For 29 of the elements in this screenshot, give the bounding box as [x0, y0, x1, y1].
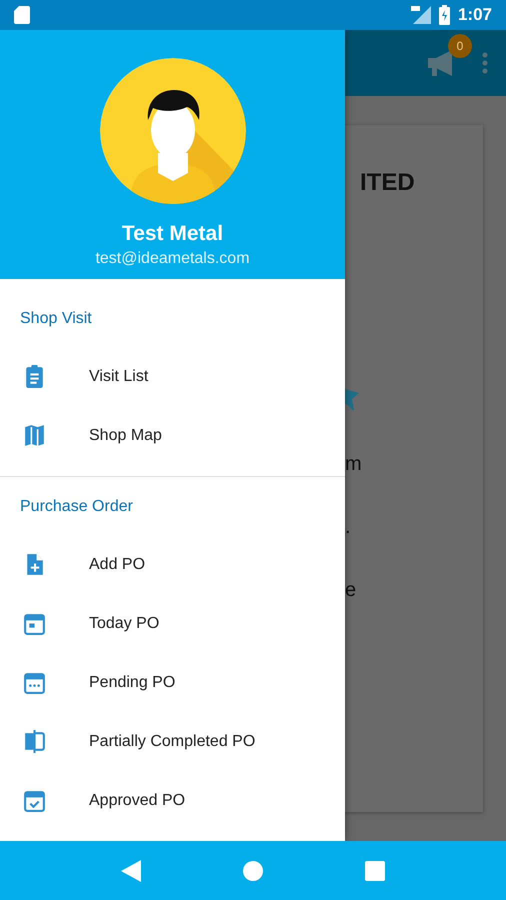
signal-icon [410, 6, 431, 24]
user-email: test@ideametals.com [95, 250, 250, 268]
back-icon[interactable] [120, 860, 141, 882]
battery-icon [438, 5, 450, 25]
calendar-check-icon [22, 788, 47, 813]
card-text: e [345, 579, 358, 602]
section-title: Purchase Order [19, 497, 134, 517]
compare-icon [22, 729, 47, 754]
card-title: ITED [360, 169, 416, 197]
map-icon [22, 423, 47, 448]
menu-item[interactable]: Partially Completed PO [0, 712, 345, 771]
user-name: Test Metal [122, 222, 224, 246]
card-text: m [345, 453, 363, 476]
menu-item[interactable]: Today PO [0, 594, 345, 653]
more-icon[interactable] [482, 52, 488, 74]
menu-item[interactable]: Visit List [0, 347, 345, 406]
calendar-icon [22, 670, 47, 695]
menu-item[interactable]: Approved PO [0, 771, 345, 830]
calendar-icon [22, 611, 47, 636]
sd-card-icon [14, 6, 30, 24]
card-text: . [345, 516, 352, 539]
status-time: 1:07 [458, 5, 492, 25]
menu-item[interactable]: Add PO [0, 535, 345, 594]
recents-icon[interactable] [365, 860, 386, 880]
notification-badge: 0 [448, 34, 472, 58]
section-title: Shop Visit [19, 309, 93, 329]
menu-item[interactable]: Shop Map [0, 406, 345, 465]
home-icon[interactable] [242, 860, 264, 882]
menu-item[interactable]: Pending PO [0, 653, 345, 712]
